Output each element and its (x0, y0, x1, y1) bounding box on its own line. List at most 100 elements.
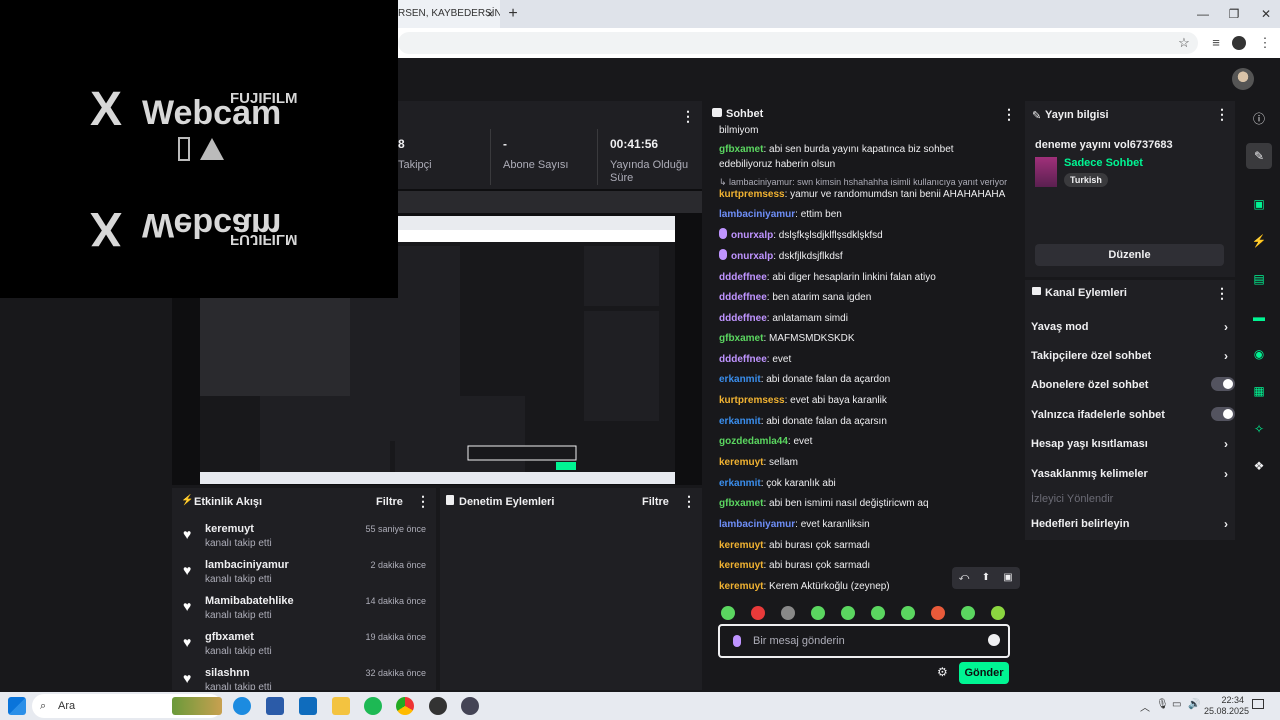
notifications-icon[interactable] (1252, 699, 1264, 709)
emote-icon[interactable] (961, 606, 975, 620)
chat-username[interactable]: onurxalp (731, 230, 773, 241)
chrome-icon[interactable] (396, 697, 414, 715)
chat-input[interactable]: Bir mesaj gönderin (718, 624, 1010, 658)
stats-menu-icon[interactable]: ⋮ (681, 109, 695, 123)
shapes-icon[interactable]: ❖ (1246, 453, 1272, 479)
emote-icon[interactable] (841, 606, 855, 620)
delete-icon[interactable]: ▣ (1000, 570, 1016, 586)
wrench-icon[interactable]: ✧ (1246, 416, 1272, 442)
channel-action-row[interactable]: Hesap yaşı kısıtlaması › (1031, 437, 1231, 451)
bolt-icon[interactable]: ⚡ (1246, 228, 1272, 254)
reading-list-icon[interactable]: ≡ (1207, 34, 1225, 52)
chat-username[interactable]: onurxalp (731, 251, 773, 262)
moderation-menu-icon[interactable]: ⋮ (682, 494, 696, 508)
app-icon[interactable] (461, 697, 479, 715)
chat-username[interactable]: erkanmit (719, 416, 761, 427)
layout-icon[interactable]: ▦ (1246, 378, 1272, 404)
spotify-icon[interactable] (364, 697, 382, 715)
send-button[interactable]: Gönder (959, 662, 1009, 684)
chat-username[interactable]: dddeffnee (719, 354, 767, 365)
stream-info-menu-icon[interactable]: ⋮ (1215, 107, 1229, 121)
mic-icon[interactable] (733, 635, 741, 647)
outlook-icon[interactable] (299, 697, 317, 715)
chat-username[interactable]: erkanmit (719, 374, 761, 385)
new-tab-icon[interactable]: + (505, 6, 521, 22)
file-explorer-icon[interactable] (332, 697, 350, 715)
reply-icon[interactable]: ⤺ (956, 570, 972, 586)
tray-mic-icon[interactable]: 🎙 (1156, 699, 1169, 710)
chat-message[interactable]: dddeffnee: anlatamam simdi (719, 311, 1009, 326)
chat-username[interactable]: lambaciniyamur (719, 209, 795, 220)
chat-username[interactable]: keremuyt (719, 457, 763, 468)
chat-message[interactable]: onurxalp: dskfjlkdsjflkdsf (719, 249, 1009, 264)
chat-username[interactable]: gfbxamet (719, 498, 763, 509)
chat-message[interactable]: kurtpremsess: yamur ve randomumdsn tani … (719, 187, 1009, 202)
chat-message[interactable]: erkanmit: abi donate falan da açarsın (719, 414, 1009, 429)
chat-username[interactable]: keremuyt (719, 540, 763, 551)
chat-message[interactable]: dddeffnee: ben atarim sana igden (719, 290, 1009, 305)
chat-message[interactable]: onurxalp: dslşfkşlsdjklflşsdklşkfsd (719, 228, 1009, 243)
taskbar-clock[interactable]: 22:34 25.08.2025 (1204, 695, 1249, 717)
channel-action-row[interactable]: Abonelere özel sohbet (1031, 377, 1235, 391)
emote-icon[interactable] (721, 606, 735, 620)
activity-item[interactable]: ♥ keremuyt kanalı takip etti 55 saniye önce (172, 523, 434, 559)
info-icon[interactable]: ⓘ (1246, 106, 1272, 132)
browser-menu-icon[interactable]: ⋮ (1256, 34, 1274, 52)
broadcast-icon[interactable]: ◉ (1246, 341, 1272, 367)
chat-message[interactable]: erkanmit: çok karanlık abi (719, 476, 1009, 491)
tray-network-icon[interactable]: ▭ (1172, 699, 1181, 710)
activity-item[interactable]: ♥ lambaciniyamur kanalı takip etti 2 dakika… (172, 559, 434, 595)
chat-message[interactable]: gfbxamet: abi ben ismimi nasıl değiştiri… (719, 496, 1009, 511)
chat-username[interactable]: keremuyt (719, 581, 763, 592)
channel-action-row[interactable]: Hedefleri belirleyin › (1031, 517, 1231, 531)
address-bar[interactable] (398, 32, 1198, 54)
pin-icon[interactable]: ⬆ (978, 570, 994, 586)
window-minimize-icon[interactable]: — (1193, 4, 1213, 24)
chat-username[interactable]: gozdedamla44 (719, 436, 788, 447)
chat-message[interactable]: dddeffnee: abi diger hesaplarin linkini … (719, 270, 1009, 285)
edit-pencil-icon[interactable]: ✎ (1246, 143, 1272, 169)
chat-username[interactable]: dddeffnee (719, 292, 767, 303)
chat-message[interactable]: keremuyt: abi burası çok sarmadı (719, 538, 1009, 553)
channel-action-row[interactable]: Yavaş mod › (1031, 320, 1231, 334)
chat-username[interactable]: erkanmit (719, 478, 761, 489)
chat-username[interactable]: kurtpremsess (719, 189, 785, 200)
channel-action-row[interactable]: Yasaklanmış kelimeler › (1031, 467, 1231, 481)
chat-message[interactable]: keremuyt: sellam (719, 455, 1009, 470)
store-icon[interactable] (266, 697, 284, 715)
channel-action-row[interactable]: Yalnızca ifadelerle sohbet (1031, 407, 1235, 421)
chat-menu-icon[interactable]: ⋮ (1002, 107, 1016, 121)
toggle-switch[interactable] (1211, 407, 1235, 421)
clip-icon[interactable]: ▣ (1246, 191, 1272, 217)
chat-settings-gear-icon[interactable]: ⚙ (937, 665, 951, 679)
emote-icon[interactable] (781, 606, 795, 620)
chat-message[interactable]: gfbxamet: MAFMSMDKSKDK (719, 331, 1009, 346)
start-windows-icon[interactable] (8, 697, 26, 715)
toggle-switch[interactable] (1211, 377, 1235, 391)
channel-action-row[interactable]: Takipçilere özel sohbet › (1031, 349, 1231, 363)
tray-chevron-icon[interactable]: ︿ (1140, 699, 1150, 714)
activity-item[interactable]: ♥ Mamibabatehlike kanalı takip etti 14 daki… (172, 595, 434, 631)
chat-message[interactable]: kurtpremsess: evet abi baya karanlik (719, 393, 1009, 408)
chat-message[interactable]: lambaciniyamur: ettim ben (719, 207, 1009, 222)
chat-icon[interactable]: ▬ (1246, 304, 1272, 330)
user-avatar[interactable] (1232, 68, 1254, 90)
emote-icon[interactable] (811, 606, 825, 620)
activity-item[interactable]: ♥ silashnn kanalı takip etti 32 dakika önce (172, 667, 434, 690)
channel-actions-menu-icon[interactable]: ⋮ (1215, 286, 1229, 300)
tab-close-icon[interactable]: × (483, 7, 497, 21)
moderation-filter-button[interactable]: Filtre (642, 496, 669, 508)
chat-username[interactable]: gfbxamet (719, 333, 763, 344)
chat-message[interactable]: lambaciniyamur: evet karanliksin (719, 517, 1009, 532)
emote-icon[interactable] (871, 606, 885, 620)
chat-username[interactable]: gfbxamet (719, 144, 763, 155)
activity-menu-icon[interactable]: ⋮ (416, 494, 430, 508)
chat-message[interactable]: bilmiyom (719, 123, 1009, 138)
tag-badge[interactable]: Turkish (1064, 173, 1108, 187)
obs-icon[interactable] (429, 697, 447, 715)
chat-username[interactable]: dddeffnee (719, 313, 767, 324)
chat-message[interactable]: gozdedamla44: evet (719, 434, 1009, 449)
emote-icon[interactable] (751, 606, 765, 620)
activity-filter-button[interactable]: Filtre (376, 496, 403, 508)
chat-username[interactable]: dddeffnee (719, 272, 767, 283)
